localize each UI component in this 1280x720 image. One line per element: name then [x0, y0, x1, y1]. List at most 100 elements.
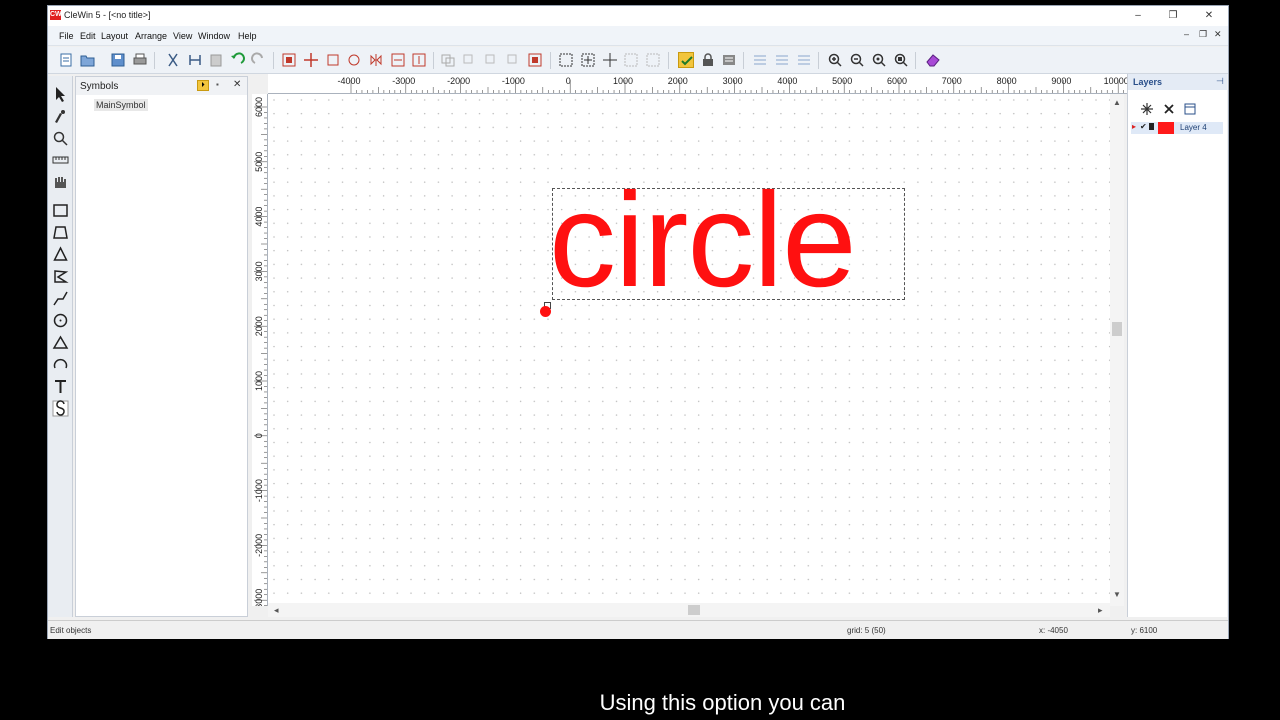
scroll-up-arrow-icon[interactable]: ▲ [1113, 98, 1121, 107]
grid-dots-icon[interactable] [774, 52, 790, 68]
edit-node-icon[interactable] [52, 108, 69, 125]
grid-lines-icon[interactable] [796, 52, 812, 68]
lock-icon[interactable] [700, 52, 716, 68]
zoom-in-icon[interactable] [827, 52, 843, 68]
layer-row[interactable]: ▸ ✔ Layer 4 [1131, 122, 1223, 134]
save-icon[interactable] [110, 52, 126, 68]
array-icon[interactable] [527, 52, 543, 68]
rotate-icon[interactable] [346, 52, 362, 68]
boolean-intersect-icon[interactable] [484, 52, 500, 68]
new-layer-icon[interactable] [1140, 102, 1154, 116]
hand-pan-icon[interactable] [52, 174, 69, 191]
boolean-xor-icon[interactable] [506, 52, 522, 68]
align-horizontal-icon[interactable] [390, 52, 406, 68]
layers-pin-icon[interactable]: ⊣ [1216, 76, 1224, 87]
circle-tool-icon[interactable] [52, 312, 69, 329]
boolean-union-icon[interactable] [440, 52, 456, 68]
menu-help[interactable]: Help [238, 31, 257, 41]
zoom-out-icon[interactable] [849, 52, 865, 68]
layer-visible-check-icon[interactable]: ✔ [1140, 122, 1147, 131]
symbol-tool-icon[interactable] [52, 400, 69, 417]
zoom-fit-icon[interactable] [871, 52, 887, 68]
vertical-scroll-thumb[interactable] [1112, 322, 1122, 336]
layer-settings-icon[interactable] [721, 52, 737, 68]
select-arrow-icon[interactable] [52, 86, 69, 103]
maximize-button[interactable]: ❐ [1155, 8, 1191, 24]
undo-icon[interactable] [229, 52, 245, 68]
copy-icon[interactable] [187, 52, 203, 68]
snap-vertex-icon[interactable] [645, 52, 661, 68]
vertical-scrollbar[interactable]: ▲ ▼ [1110, 94, 1124, 606]
video-caption: Using this option you can [599, 690, 846, 715]
group-icon[interactable] [281, 52, 297, 68]
mdi-minimize-button[interactable]: – [1184, 29, 1189, 39]
paste-icon[interactable] [208, 52, 224, 68]
snap-edge-icon[interactable] [623, 52, 639, 68]
scroll-right-arrow-icon[interactable]: ▸ [1098, 605, 1103, 616]
scroll-down-arrow-icon[interactable]: ▼ [1113, 590, 1121, 599]
panel-menu-icon[interactable]: ▪ [216, 80, 219, 89]
snap-grid-icon[interactable] [558, 52, 574, 68]
clewin-window: CW CleWin 5 - [<no title>] – ❐ ✕ File Ed… [47, 5, 1229, 639]
menu-edit[interactable]: Edit [80, 31, 96, 41]
redo-icon[interactable] [251, 52, 267, 68]
freeform-polygon-icon[interactable] [52, 268, 69, 285]
x-coordinate-readout: x: -4050 [1039, 626, 1068, 635]
move-icon[interactable] [303, 52, 319, 68]
horizontal-scroll-thumb[interactable] [688, 605, 700, 615]
ruler-top-label: 3000 [723, 76, 743, 86]
mdi-restore-button[interactable]: ❐ [1199, 29, 1207, 40]
menu-view[interactable]: View [173, 31, 192, 41]
scroll-left-arrow-icon[interactable]: ◂ [274, 605, 279, 616]
align-vertical-icon[interactable] [411, 52, 427, 68]
ruler-top-label: 9000 [1051, 76, 1071, 86]
symbol-item-mainsymbol[interactable]: MainSymbol [94, 99, 148, 111]
layer-properties-icon[interactable] [1183, 102, 1197, 116]
grid-view-icon[interactable] [752, 52, 768, 68]
menu-file[interactable]: File [59, 31, 74, 41]
eraser-icon[interactable] [925, 52, 941, 68]
print-icon[interactable] [132, 52, 148, 68]
open-file-icon[interactable] [80, 52, 96, 68]
close-button[interactable]: ✕ [1191, 8, 1227, 24]
horizontal-scrollbar[interactable]: ◂ ▸ [268, 603, 1110, 617]
polygon-tool-icon[interactable] [52, 246, 69, 263]
cut-icon[interactable] [165, 52, 181, 68]
layer-name[interactable]: Layer 4 [1180, 123, 1207, 132]
ruler-top-label: -4000 [337, 76, 360, 86]
wire-tool-icon[interactable] [52, 290, 69, 307]
anchor-point[interactable] [540, 306, 551, 317]
ruler-left-label: 4000 [254, 207, 264, 227]
zoom-tool-icon[interactable] [52, 130, 69, 147]
arc-tool-icon[interactable] [52, 334, 69, 351]
mirror-icon[interactable] [368, 52, 384, 68]
text-tool-icon[interactable] [52, 378, 69, 395]
menu-arrange[interactable]: Arrange [135, 31, 167, 41]
circle-text-object[interactable]: circle [549, 166, 909, 316]
rectangle-tool-icon[interactable] [52, 202, 69, 219]
layer-lock-icon[interactable] [1149, 123, 1154, 130]
mdi-close-button[interactable]: ✕ [1214, 29, 1222, 40]
curve-tool-icon[interactable] [52, 356, 69, 373]
clewin-app-icon: CW [50, 10, 62, 20]
layer-expand-icon[interactable]: ▸ [1132, 122, 1136, 131]
zoom-selection-icon[interactable] [893, 52, 909, 68]
box-tool-icon[interactable] [52, 224, 69, 241]
ruler-tool-icon[interactable] [52, 152, 69, 169]
scale-icon[interactable] [325, 52, 341, 68]
ruler-left-label: 6000 [254, 97, 264, 117]
menu-layout[interactable]: Layout [101, 31, 128, 41]
snap-objects-icon[interactable] [580, 52, 596, 68]
check-active-icon[interactable] [678, 52, 694, 68]
boolean-subtract-icon[interactable] [462, 52, 478, 68]
ruler-left-label: 1000 [254, 371, 264, 391]
menu-window[interactable]: Window [198, 31, 230, 41]
symbols-panel-close-icon[interactable]: ✕ [233, 79, 241, 90]
snap-center-icon[interactable] [602, 52, 618, 68]
layer-color-swatch[interactable] [1158, 122, 1174, 134]
minimize-button[interactable]: – [1120, 8, 1156, 24]
pin-icon[interactable]: ⏵ [197, 80, 209, 91]
new-file-icon[interactable] [58, 52, 74, 68]
delete-layer-icon[interactable] [1162, 102, 1176, 116]
drawing-canvas[interactable]: circle [268, 94, 1110, 606]
